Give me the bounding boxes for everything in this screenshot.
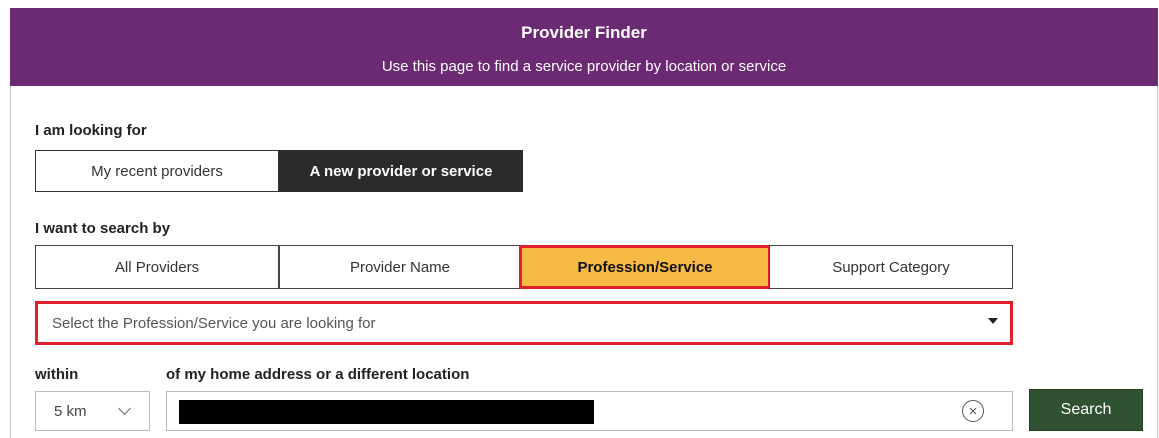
caret-down-icon [988,318,998,324]
clear-icon[interactable]: × [962,400,984,422]
tab-all-providers[interactable]: All Providers [35,245,279,289]
search-by-label: I want to search by [35,220,171,237]
location-input[interactable]: × [166,391,1013,431]
tab-support-category[interactable]: Support Category [769,245,1013,289]
location-label: of my home address or a different locati… [166,366,470,383]
chevron-down-icon [118,402,131,415]
search-button[interactable]: Search [1029,389,1143,431]
page-subtitle: Use this page to find a service provider… [381,58,787,75]
distance-select[interactable]: 5 km [35,391,150,431]
recent-providers-toggle[interactable]: My recent providers [35,150,279,192]
new-provider-toggle[interactable]: A new provider or service [279,150,523,192]
profession-service-select[interactable]: Select the Profession/Service you are lo… [35,301,1013,345]
tab-profession-service[interactable]: Profession/Service [519,245,771,289]
distance-value: 5 km [54,402,87,420]
within-label: within [35,366,79,383]
profession-select-placeholder: Select the Profession/Service you are lo… [52,314,376,332]
redacted-location-text [179,400,594,424]
looking-for-label: I am looking for [35,122,147,139]
page-header: Provider Finder Use this page to find a … [10,8,1158,86]
tab-provider-name[interactable]: Provider Name [279,245,521,289]
page-title: Provider Finder [521,23,647,42]
